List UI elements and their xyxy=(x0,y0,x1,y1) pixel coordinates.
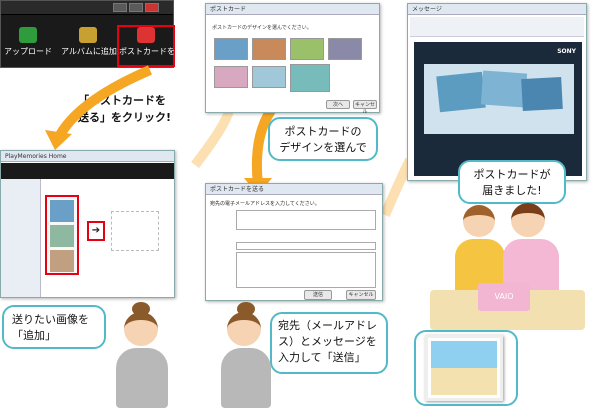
design-thumb[interactable] xyxy=(328,38,362,60)
arrow-2 xyxy=(191,104,235,169)
photo-app-title: PlayMemories Home xyxy=(1,151,174,162)
design-thumb[interactable] xyxy=(252,38,286,60)
callout-add-image: 送りたい画像を 「追加」 xyxy=(2,305,106,349)
email-window-title: メッセージ xyxy=(408,4,586,15)
photo-app-window: PlayMemories Home ➔ xyxy=(0,150,175,298)
design-thumb[interactable] xyxy=(214,38,248,60)
address-field[interactable] xyxy=(236,210,376,230)
selected-images-list[interactable] xyxy=(45,195,79,275)
design-thumb[interactable] xyxy=(252,66,286,88)
add-button[interactable]: ➔ xyxy=(87,221,105,241)
image-thumb xyxy=(50,200,74,222)
woman-illustration xyxy=(112,300,176,410)
callout-choose-design: ポストカードの デザインを選んで xyxy=(268,117,378,161)
image-thumb xyxy=(50,250,74,272)
design-thumb[interactable] xyxy=(290,38,324,60)
email-body: SONY xyxy=(414,42,582,176)
photo-app-toolbar xyxy=(1,163,174,179)
next-button[interactable]: 次へ xyxy=(326,100,350,109)
address-hint: 宛先の電子メールアドレスを入力してください。 xyxy=(210,201,320,207)
arrow-1-head xyxy=(45,130,72,150)
design-instruction: ポストカードのデザインを選んでください。 xyxy=(212,25,312,31)
send-window: ポストカードを送る 宛先の電子メールアドレスを入力してください。 送信 キャンセ… xyxy=(205,183,383,301)
email-window: メッセージ SONY xyxy=(407,3,587,181)
design-window-title: ポストカード xyxy=(206,4,379,15)
postcard-photo-frame xyxy=(414,330,518,406)
email-header xyxy=(410,17,584,37)
brand-logo: SONY xyxy=(557,48,576,55)
message-field[interactable] xyxy=(236,252,376,288)
image-thumb xyxy=(50,225,74,247)
arrow-1 xyxy=(55,65,152,138)
cancel-send-button[interactable]: キャンセル xyxy=(346,290,376,300)
woman-illustration xyxy=(215,300,275,410)
selected-design-thumb[interactable] xyxy=(290,64,330,92)
postcard-preview xyxy=(424,64,574,134)
folder-tree xyxy=(1,179,41,297)
callout-enter-send: 宛先（メールアドレ ス）とメッセージを 入力して「送信」 xyxy=(270,312,388,374)
design-thumb[interactable] xyxy=(214,66,248,88)
beach-photo xyxy=(521,76,563,112)
cancel-button[interactable]: キャンセル xyxy=(353,100,377,115)
send-window-title: ポストカードを送る xyxy=(206,184,382,195)
design-window: ポストカード ポストカードのデザインを選んでください。 次へ キャンセル xyxy=(205,3,380,115)
beach-photo xyxy=(436,71,486,113)
laptop: VAIO xyxy=(478,283,530,311)
drop-area xyxy=(111,211,159,251)
send-button[interactable]: 送信 xyxy=(304,290,332,300)
beach-photo xyxy=(480,70,528,108)
subject-field[interactable] xyxy=(236,242,376,250)
